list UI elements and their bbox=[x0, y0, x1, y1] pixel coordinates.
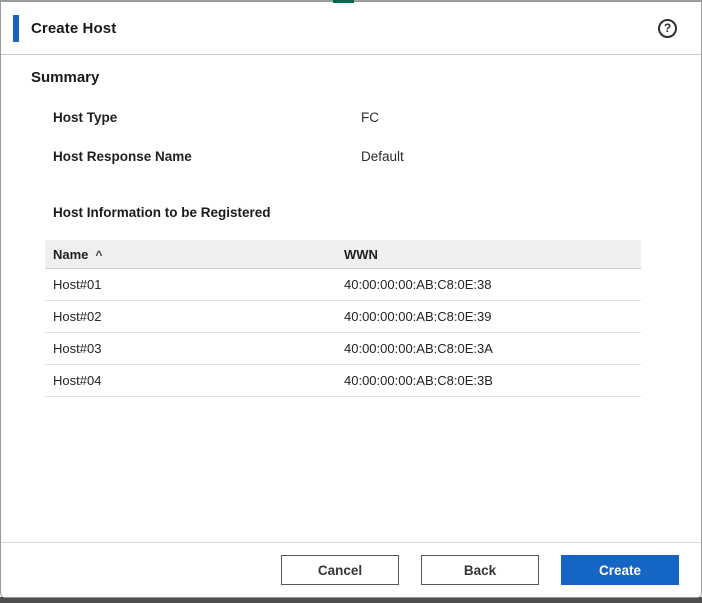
host-information-heading: Host Information to be Registered bbox=[53, 205, 701, 220]
dialog-footer: Cancel Back Create bbox=[1, 542, 701, 597]
host-type-label: Host Type bbox=[53, 110, 361, 125]
host-table-header: Name ^ WWN bbox=[45, 240, 641, 269]
host-wwn-cell: 40:00:00:00:AB:C8:0E:3B bbox=[344, 373, 641, 388]
create-host-dialog: Create Host ? Summary Host Type FC Host … bbox=[0, 0, 702, 598]
back-button[interactable]: Back bbox=[421, 555, 539, 585]
summary-heading: Summary bbox=[31, 69, 701, 86]
host-table: Name ^ WWN Host#01 40:00:00:00:AB:C8:0E:… bbox=[45, 240, 641, 397]
host-type-value: FC bbox=[361, 110, 379, 125]
host-response-name-label: Host Response Name bbox=[53, 149, 361, 164]
background-page-green-sliver bbox=[333, 0, 354, 3]
field-row-host-response-name: Host Response Name Default bbox=[53, 149, 701, 164]
column-header-name[interactable]: Name ^ bbox=[45, 247, 344, 262]
host-table-body: Host#01 40:00:00:00:AB:C8:0E:38 Host#02 … bbox=[45, 269, 641, 397]
field-row-host-type: Host Type FC bbox=[53, 110, 701, 125]
dialog-titlebar: Create Host ? bbox=[1, 2, 701, 55]
table-row: Host#04 40:00:00:00:AB:C8:0E:3B bbox=[45, 365, 641, 397]
cancel-button[interactable]: Cancel bbox=[281, 555, 399, 585]
title-accent-bar bbox=[13, 15, 19, 42]
screen: Create Host ? Summary Host Type FC Host … bbox=[0, 0, 702, 603]
host-wwn-cell: 40:00:00:00:AB:C8:0E:39 bbox=[344, 309, 641, 324]
table-row: Host#02 40:00:00:00:AB:C8:0E:39 bbox=[45, 301, 641, 333]
column-header-wwn: WWN bbox=[344, 247, 641, 262]
host-name-cell: Host#04 bbox=[45, 373, 344, 388]
column-header-name-label: Name bbox=[53, 247, 88, 262]
dialog-title: Create Host bbox=[31, 20, 116, 37]
host-response-name-value: Default bbox=[361, 149, 404, 164]
host-wwn-cell: 40:00:00:00:AB:C8:0E:3A bbox=[344, 341, 641, 356]
host-wwn-cell: 40:00:00:00:AB:C8:0E:38 bbox=[344, 277, 641, 292]
host-name-cell: Host#03 bbox=[45, 341, 344, 356]
sort-ascending-icon: ^ bbox=[95, 249, 102, 261]
create-button[interactable]: Create bbox=[561, 555, 679, 585]
host-name-cell: Host#02 bbox=[45, 309, 344, 324]
table-row: Host#03 40:00:00:00:AB:C8:0E:3A bbox=[45, 333, 641, 365]
help-icon[interactable]: ? bbox=[658, 19, 677, 38]
table-row: Host#01 40:00:00:00:AB:C8:0E:38 bbox=[45, 269, 641, 301]
host-name-cell: Host#01 bbox=[45, 277, 344, 292]
